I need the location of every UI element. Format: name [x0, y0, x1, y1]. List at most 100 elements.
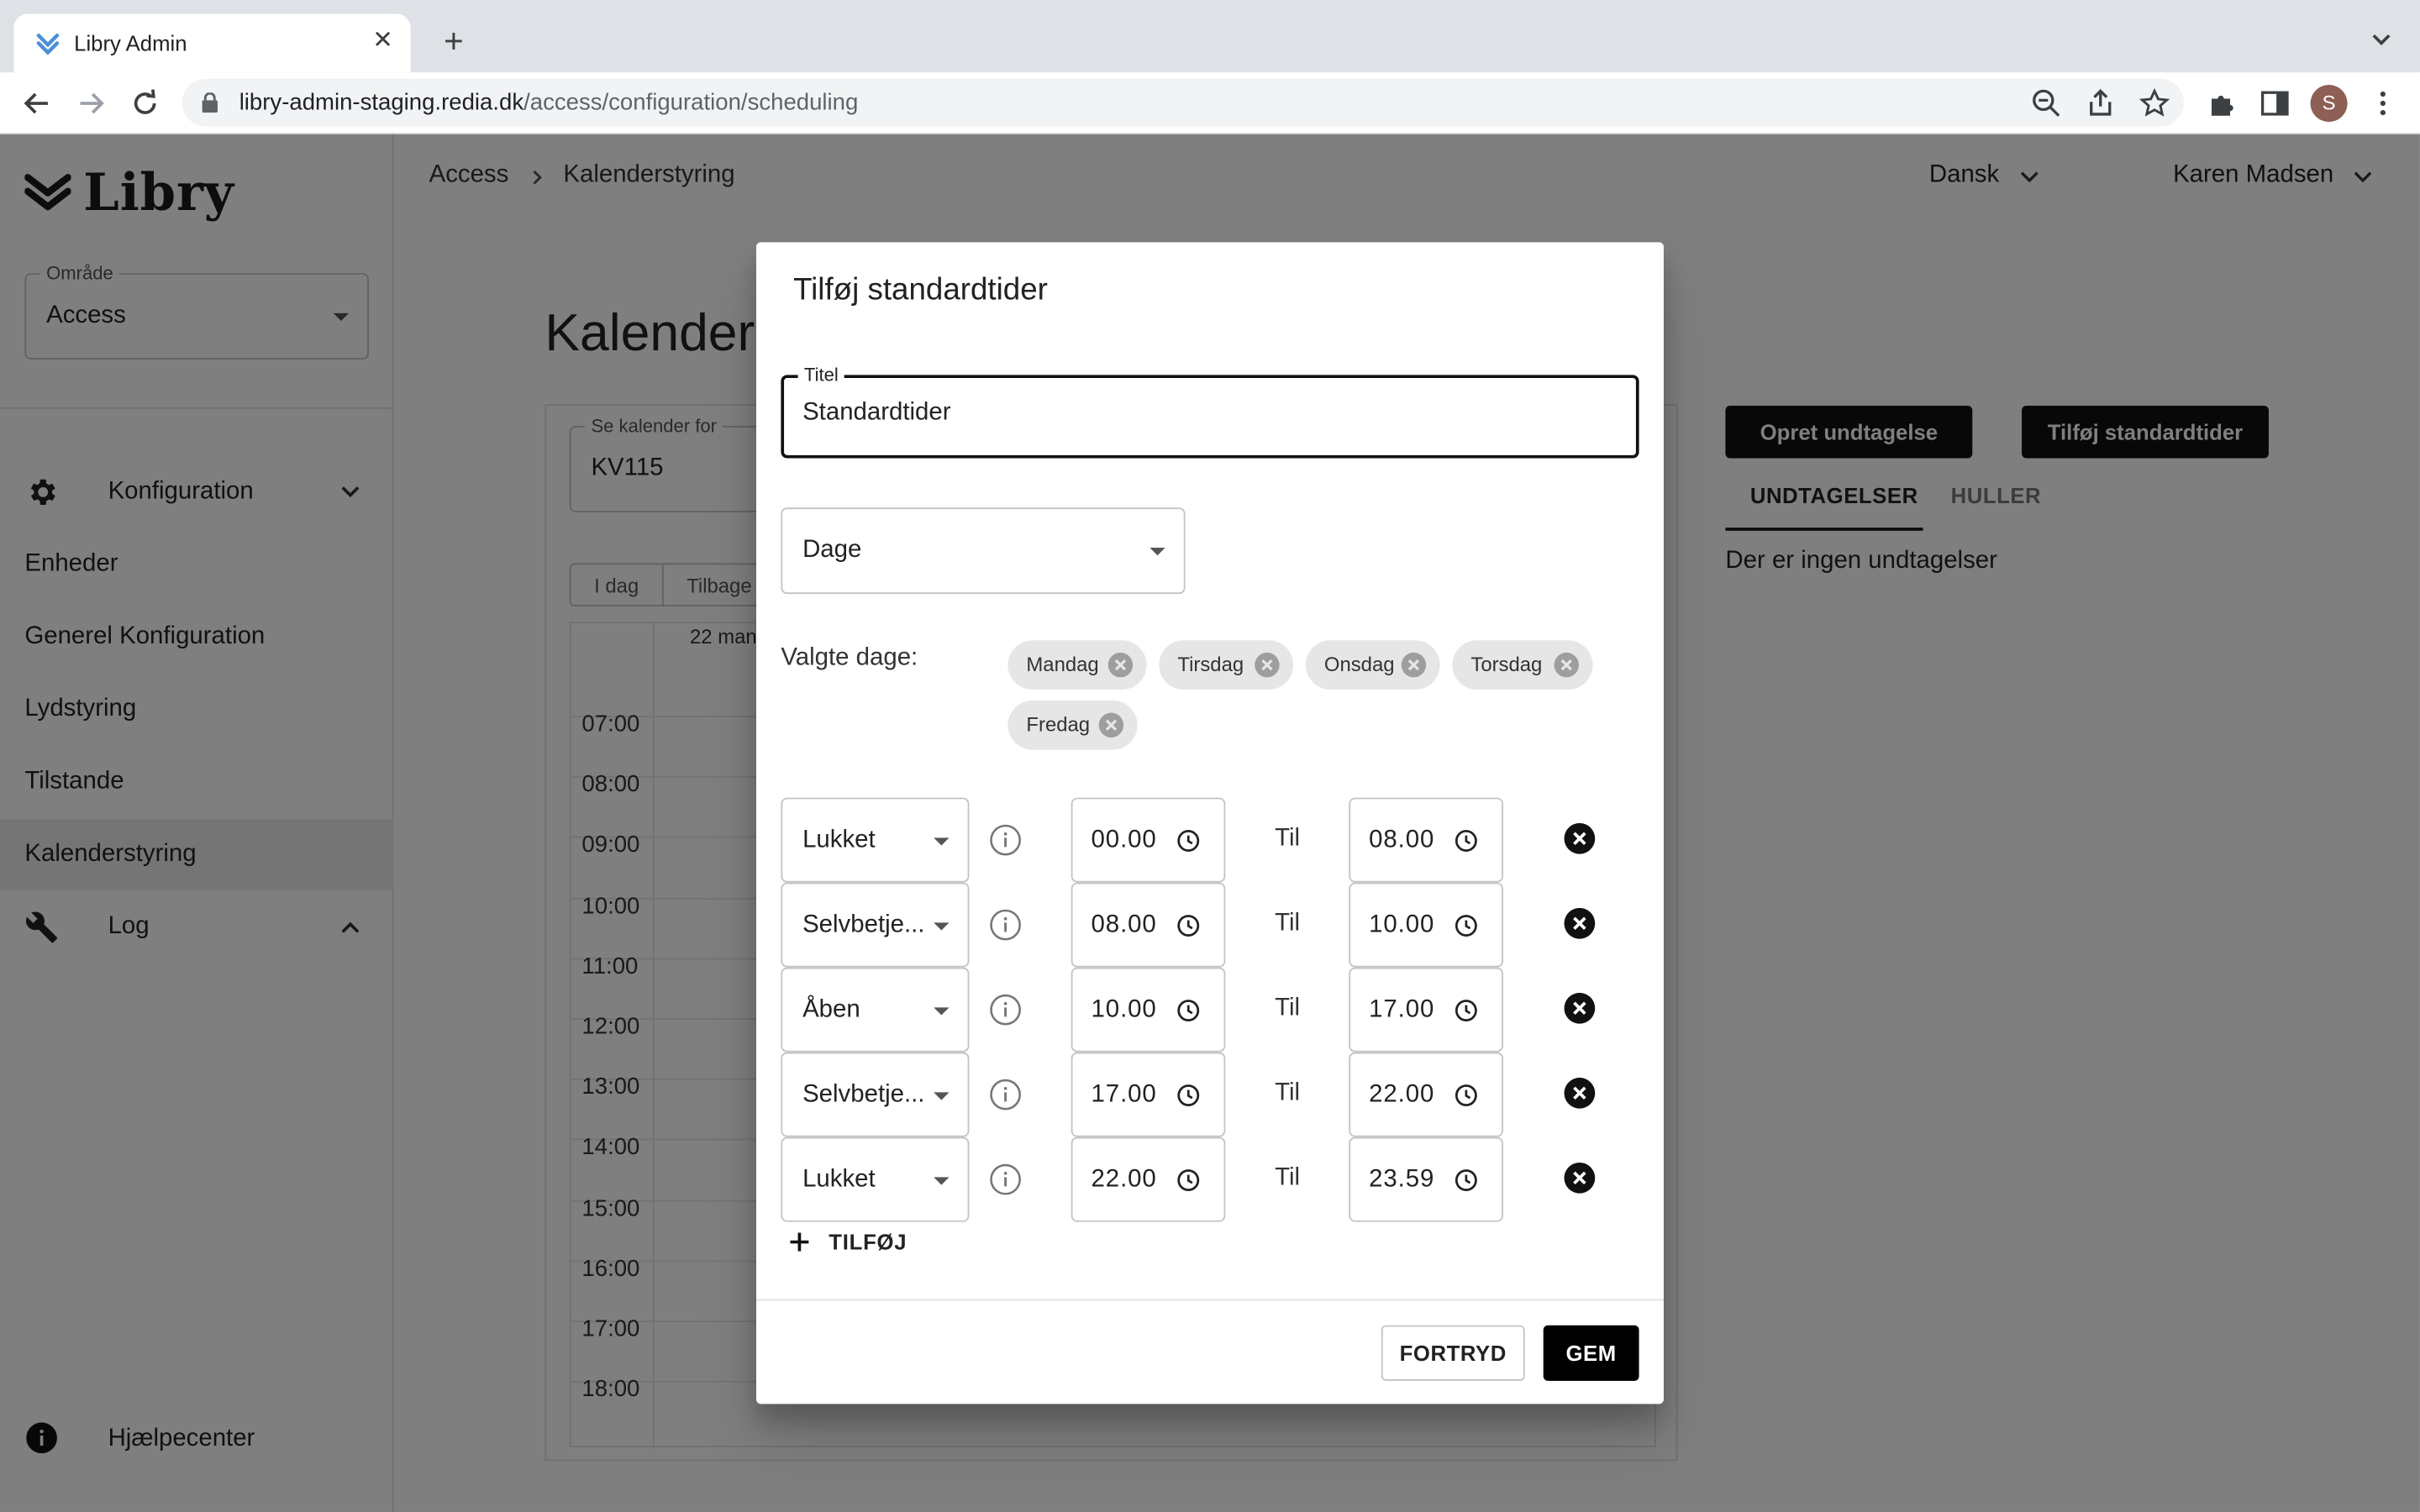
zoom-out-icon[interactable]	[2031, 88, 2062, 119]
new-tab-icon[interactable]: +	[437, 24, 471, 58]
from-time-field[interactable]: 17.00	[1071, 1052, 1226, 1137]
day-chip-label: Onsdag	[1323, 652, 1395, 676]
info-icon[interactable]	[989, 824, 1022, 857]
clock-icon[interactable]	[1176, 1083, 1201, 1107]
to-time-field[interactable]: 08.00	[1349, 797, 1503, 883]
state-select[interactable]: Selvbetje...	[781, 882, 970, 968]
to-time-field[interactable]: 22.00	[1349, 1052, 1503, 1137]
title-field[interactable]: Titel	[781, 364, 1639, 459]
info-icon[interactable]	[989, 994, 1022, 1026]
to-time-field[interactable]: 10.00	[1349, 882, 1503, 968]
profile-avatar[interactable]: S	[2310, 85, 2348, 123]
clock-icon[interactable]	[1454, 1083, 1478, 1107]
state-select[interactable]: Lukket	[781, 1137, 970, 1222]
clock-icon[interactable]	[1454, 913, 1478, 937]
lock-icon	[202, 92, 218, 113]
info-icon[interactable]	[989, 1079, 1022, 1111]
time-value: 17.00	[1369, 996, 1435, 1023]
chosen-days-label: Valgte dage:	[781, 644, 918, 671]
clock-icon[interactable]	[1176, 1168, 1201, 1192]
from-time-field[interactable]: 10.00	[1071, 967, 1226, 1053]
info-icon[interactable]	[989, 1163, 1022, 1196]
day-chip: Mandag	[1007, 640, 1147, 690]
state-select[interactable]: Lukket	[781, 797, 970, 883]
days-select[interactable]: Dage	[781, 507, 1186, 595]
state-select[interactable]: Åben	[781, 967, 970, 1053]
cancel-button[interactable]: FORTRYD	[1381, 1325, 1525, 1381]
remove-row-icon[interactable]	[1564, 1162, 1597, 1194]
bookmark-star-icon[interactable]	[2139, 87, 2170, 119]
tab-search-chevron-icon[interactable]	[2367, 24, 2395, 52]
forward-arrow-icon[interactable]	[72, 85, 109, 122]
time-value: 23.59	[1369, 1166, 1435, 1193]
to-time-field[interactable]: 23.59	[1349, 1137, 1503, 1222]
remove-chip-icon[interactable]	[1097, 711, 1125, 739]
time-value: 08.00	[1369, 827, 1435, 853]
caret-down-icon	[934, 837, 950, 846]
state-select[interactable]: Selvbetje...	[781, 1052, 970, 1137]
clock-icon[interactable]	[1176, 913, 1201, 937]
back-arrow-icon[interactable]	[18, 85, 55, 122]
to-label: Til	[1275, 910, 1301, 937]
browser-tab-title: Libry Admin	[74, 30, 187, 56]
title-input[interactable]	[802, 399, 1606, 428]
caret-down-icon	[934, 1092, 950, 1100]
extensions-puzzle-icon[interactable]	[2207, 88, 2238, 119]
browser-tab[interactable]: Libry Admin ✕	[13, 13, 411, 73]
time-value: 22.00	[1091, 1166, 1157, 1193]
remove-chip-icon[interactable]	[1400, 651, 1428, 679]
dialog-title: Tilføj standardtider	[793, 273, 1048, 307]
day-chip: Fredag	[1007, 700, 1138, 750]
save-button[interactable]: GEM	[1543, 1325, 1639, 1381]
share-icon[interactable]	[2085, 88, 2116, 119]
browser-menu-icon[interactable]	[2367, 88, 2398, 119]
clock-icon[interactable]	[1454, 1168, 1478, 1192]
reload-icon[interactable]	[127, 85, 164, 122]
to-time-field[interactable]: 17.00	[1349, 967, 1503, 1053]
address-bar[interactable]: libry-admin-staging.redia.dk/access/conf…	[182, 78, 2184, 127]
side-panel-icon[interactable]	[2260, 88, 2291, 119]
caret-down-icon	[934, 922, 950, 931]
time-value: 22.00	[1369, 1081, 1435, 1108]
day-chip-label: Mandag	[1026, 652, 1099, 676]
remove-chip-icon[interactable]	[1107, 651, 1134, 679]
from-time-field[interactable]: 08.00	[1071, 882, 1226, 968]
day-chip: Onsdag	[1305, 640, 1440, 690]
day-chip-label: Torsdag	[1470, 652, 1543, 676]
remove-row-icon[interactable]	[1564, 822, 1597, 855]
day-chip-label: Tirsdag	[1177, 652, 1244, 676]
time-value: 10.00	[1091, 996, 1157, 1023]
remove-chip-icon[interactable]	[1553, 651, 1581, 679]
clock-icon[interactable]	[1454, 998, 1478, 1022]
close-tab-icon[interactable]: ✕	[367, 26, 398, 57]
caret-down-icon	[1150, 548, 1165, 556]
clock-icon[interactable]	[1176, 998, 1201, 1022]
clock-icon[interactable]	[1176, 828, 1201, 853]
clock-icon[interactable]	[1454, 828, 1478, 853]
from-time-field[interactable]: 00.00	[1071, 797, 1226, 883]
state-select-value: Åben	[802, 996, 860, 1023]
remove-row-icon[interactable]	[1564, 992, 1597, 1025]
browser-toolbar: libry-admin-staging.redia.dk/access/conf…	[0, 72, 2420, 134]
remove-row-icon[interactable]	[1564, 907, 1597, 940]
plus-icon	[790, 1232, 809, 1252]
browser-tab-bar: Libry Admin ✕ +	[0, 0, 2420, 73]
to-label: Til	[1275, 1164, 1301, 1191]
url-text: libry-admin-staging.redia.dk/access/conf…	[239, 89, 859, 116]
time-value: 00.00	[1091, 827, 1157, 853]
remove-row-icon[interactable]	[1564, 1077, 1597, 1110]
caret-down-icon	[934, 1007, 950, 1016]
remove-chip-icon[interactable]	[1253, 651, 1281, 679]
day-chip-label: Fredag	[1026, 712, 1091, 737]
info-icon[interactable]	[989, 909, 1022, 942]
to-label: Til	[1275, 1079, 1301, 1106]
state-select-value: Lukket	[802, 1166, 876, 1193]
from-time-field[interactable]: 22.00	[1071, 1137, 1226, 1222]
days-select-value: Dage	[802, 537, 862, 564]
day-chip: Torsdag	[1452, 640, 1593, 690]
libry-favicon-icon	[36, 34, 60, 55]
state-select-value: Lukket	[802, 827, 876, 853]
to-label: Til	[1275, 995, 1301, 1021]
state-select-value: Selvbetje...	[802, 1081, 925, 1108]
caret-down-icon	[934, 1177, 950, 1185]
